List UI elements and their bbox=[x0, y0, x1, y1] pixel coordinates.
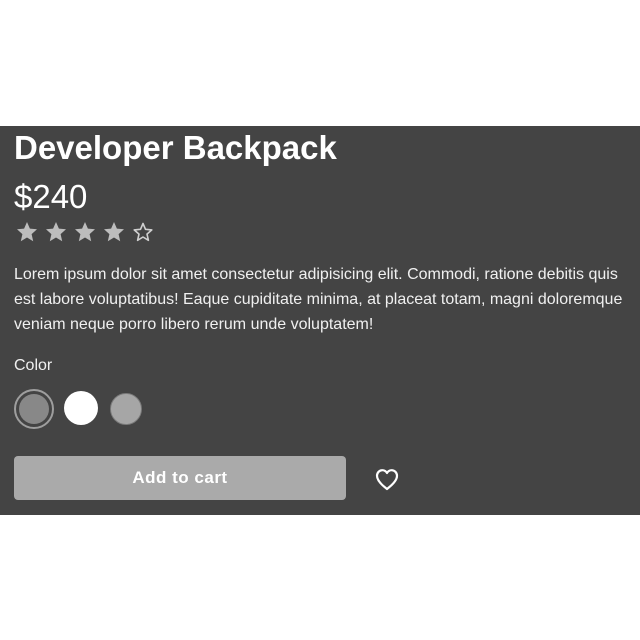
color-swatch-light-gray[interactable] bbox=[110, 393, 142, 425]
star-outline-icon bbox=[133, 222, 153, 242]
favorite-button[interactable] bbox=[372, 465, 402, 493]
product-price: $240 bbox=[14, 178, 88, 215]
star-filled-icon bbox=[75, 222, 95, 242]
product-card: Developer Backpack $240 Lorem ipsum dolo… bbox=[0, 126, 640, 515]
page: Developer Backpack $240 Lorem ipsum dolo… bbox=[0, 0, 640, 640]
star-filled-icon bbox=[46, 222, 66, 242]
product-title: Developer Backpack bbox=[14, 129, 337, 166]
color-label: Color bbox=[14, 357, 53, 374]
star-filled-icon bbox=[17, 222, 37, 242]
add-to-cart-button[interactable]: Add to cart bbox=[14, 456, 346, 500]
color-swatch-gray-selected[interactable] bbox=[14, 389, 54, 429]
rating-stars bbox=[15, 220, 155, 244]
swatch-fill bbox=[19, 394, 49, 424]
color-swatch-white[interactable] bbox=[64, 391, 98, 425]
product-description: Lorem ipsum dolor sit amet consectetur a… bbox=[14, 266, 623, 333]
star-filled-icon bbox=[104, 222, 124, 242]
heart-outline-icon bbox=[375, 469, 399, 491]
